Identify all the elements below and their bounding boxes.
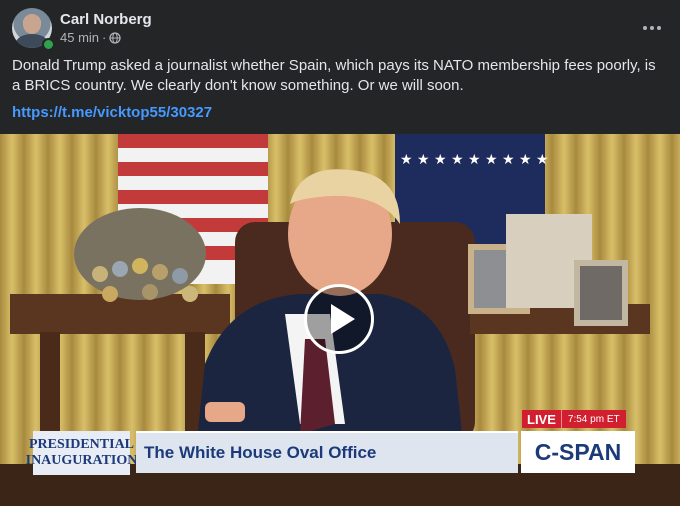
live-label: LIVE: [522, 410, 561, 428]
author-name[interactable]: Carl Norberg: [60, 11, 152, 28]
flag-stars: ★ ★ ★ ★ ★ ★ ★ ★ ★: [400, 152, 549, 168]
online-status-indicator: [42, 38, 55, 51]
globe-icon: [109, 31, 122, 44]
post-meta: 45 min ·: [60, 30, 122, 45]
more-horizontal-icon: [643, 26, 647, 30]
more-dot: [657, 26, 661, 30]
post-timestamp[interactable]: 45 min: [60, 30, 99, 45]
video-player[interactable]: ★ ★ ★ ★ ★ ★ ★ ★ ★ LIVE 7:54 pm ET PRESID…: [0, 134, 680, 506]
chyron-title: The White House Oval Office: [136, 431, 518, 473]
play-button[interactable]: [304, 284, 374, 354]
more-dot: [650, 26, 654, 30]
post-link[interactable]: https://t.me/vicktop55/30327: [12, 104, 212, 121]
play-icon: [330, 304, 355, 334]
avatar-face: [23, 14, 41, 34]
presidential-inauguration-logo: PRESIDENTIAL INAUGURATION: [26, 431, 137, 475]
logo-line-2: INAUGURATION: [25, 453, 138, 468]
live-badge: LIVE 7:54 pm ET: [522, 410, 626, 428]
more-options-button[interactable]: [636, 12, 668, 44]
meta-separator: ·: [102, 30, 107, 45]
svg-text:★ ★ ★ ★ ★ ★ ★ ★ ★: ★ ★ ★ ★ ★ ★ ★ ★ ★: [400, 152, 549, 168]
post-text: Donald Trump asked a journalist whether …: [12, 57, 656, 94]
post-header: Carl Norberg 45 min ·: [12, 8, 668, 51]
logo-line-1: PRESIDENTIAL: [28, 437, 135, 452]
live-time: 7:54 pm ET: [560, 410, 626, 428]
side-table: [10, 294, 230, 334]
cspan-logo: C-SPAN: [521, 431, 635, 473]
